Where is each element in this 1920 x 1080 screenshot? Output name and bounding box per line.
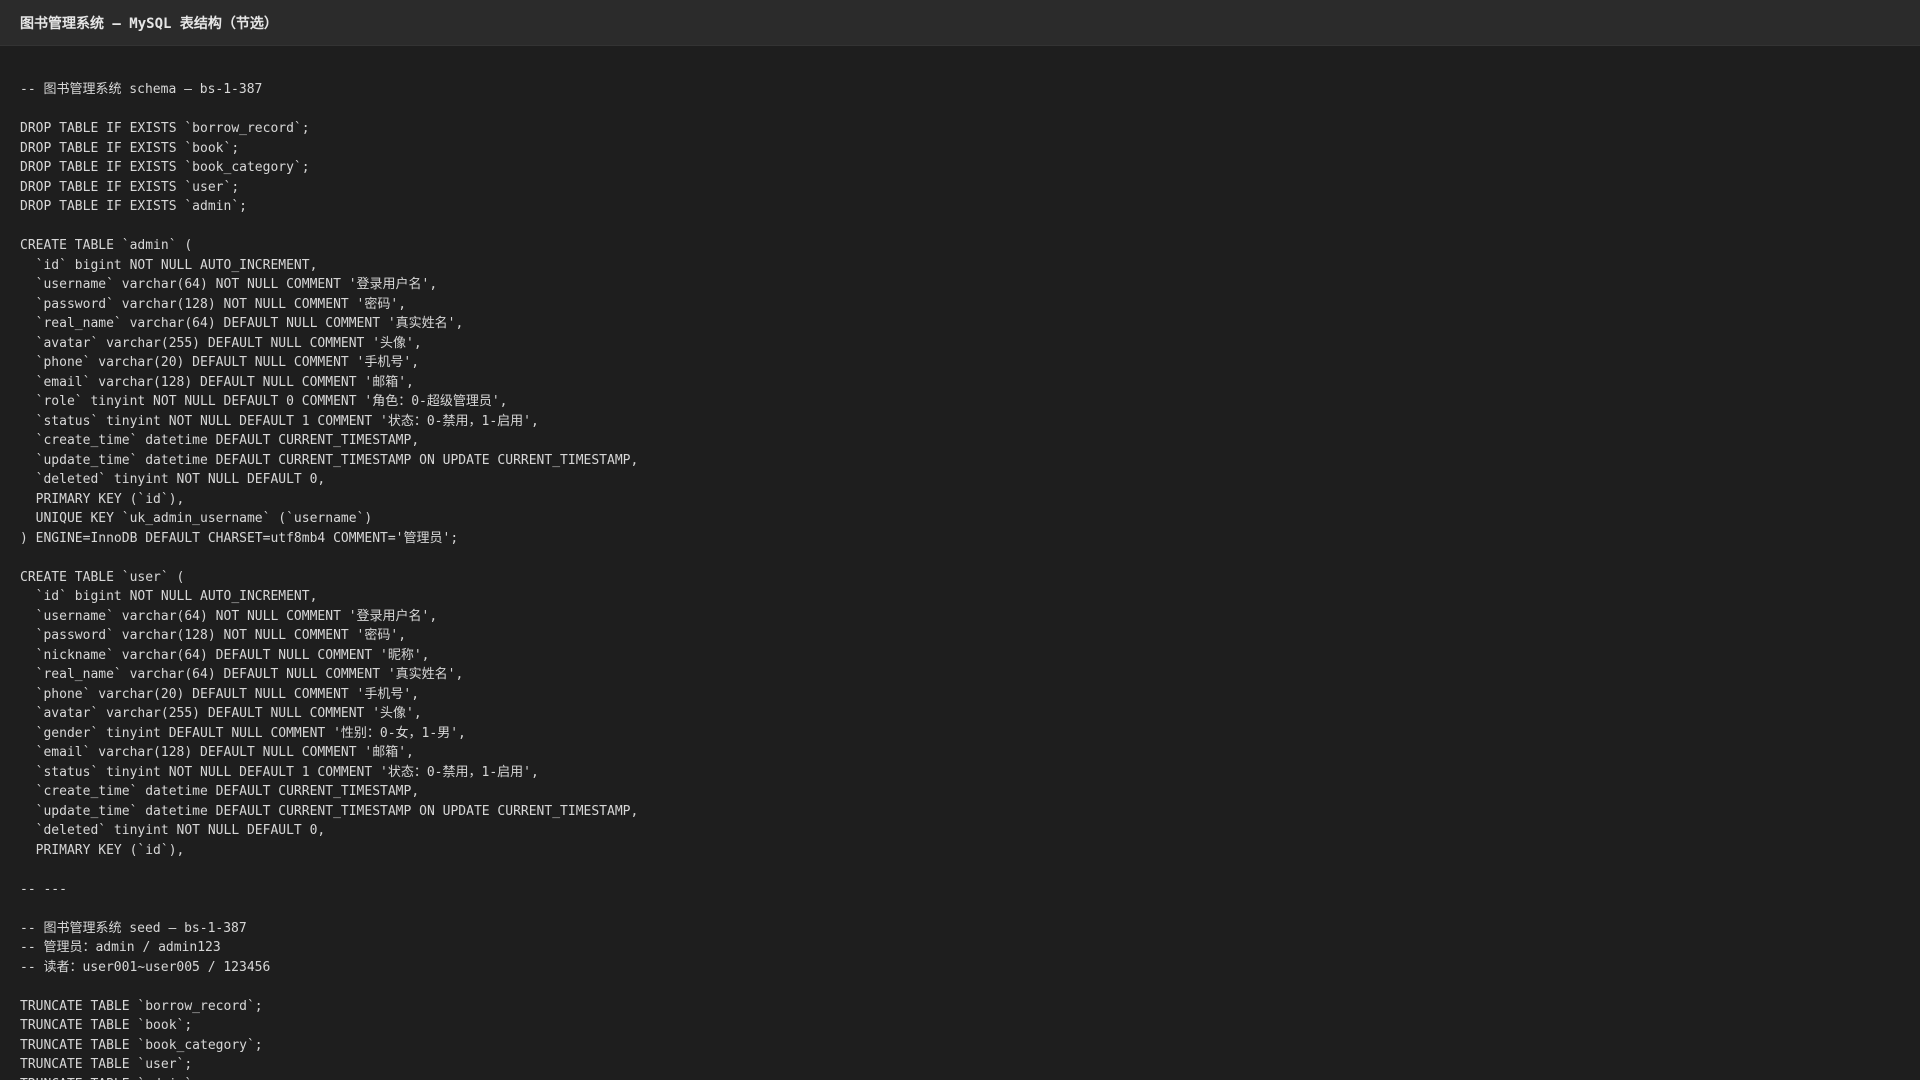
code-line: `create_time` datetime DEFAULT CURRENT_T… <box>20 433 420 448</box>
code-line: `nickname` varchar(64) DEFAULT NULL COMM… <box>20 647 430 663</box>
code-line: DROP TABLE IF EXISTS `borrow_record`; <box>20 121 310 136</box>
code-line: TRUNCATE TABLE `admin`; <box>20 1075 1920 1080</box>
code-line: DROP TABLE IF EXISTS `book_category`; <box>20 160 310 175</box>
code-line: TRUNCATE TABLE `book`; <box>20 1018 193 1033</box>
code-line: `avatar` varchar(255) DEFAULT NULL COMME… <box>20 335 422 351</box>
code-line: `email` varchar(128) DEFAULT NULL COMMEN… <box>20 374 414 390</box>
code-line: `real_name` varchar(64) DEFAULT NULL COM… <box>20 667 464 682</box>
code-line: PRIMARY KEY (`id`), <box>20 842 185 858</box>
window-title: 图书管理系统 — MySQL 表结构（节选） <box>20 15 278 32</box>
code-line: `password` varchar(128) NOT NULL COMMENT… <box>20 296 407 312</box>
code-line: ) ENGINE=InnoDB DEFAULT CHARSET=utf8mb4 … <box>20 530 459 546</box>
code-line: `username` varchar(64) NOT NULL COMMENT … <box>20 608 438 624</box>
code-line: UNIQUE KEY `uk_admin_username` (`usernam… <box>20 511 373 526</box>
code-line: `create_time` datetime DEFAULT CURRENT_T… <box>20 784 420 799</box>
code-line: DROP TABLE IF EXISTS `book`; <box>20 140 240 156</box>
code-line: `gender` tinyint DEFAULT NULL COMMENT '性… <box>20 725 466 741</box>
code-line: `phone` varchar(20) DEFAULT NULL COMMENT… <box>20 355 420 370</box>
code-line: -- 读者：user001~user005 / 123456 <box>20 959 271 975</box>
code-line: -- 图书管理系统 seed — bs-1-387 <box>20 920 247 936</box>
code-line: `deleted` tinyint NOT NULL DEFAULT 0, <box>20 823 326 838</box>
code-line: `role` tinyint NOT NULL DEFAULT 0 COMMEN… <box>20 394 508 409</box>
code-line: `password` varchar(128) NOT NULL COMMENT… <box>20 628 407 643</box>
code-line: `update_time` datetime DEFAULT CURRENT_T… <box>20 452 639 468</box>
code-line: `email` varchar(128) DEFAULT NULL COMMEN… <box>20 745 414 760</box>
code-line: DROP TABLE IF EXISTS `admin`; <box>20 199 247 214</box>
code-line: `phone` varchar(20) DEFAULT NULL COMMENT… <box>20 686 420 702</box>
code-line: `avatar` varchar(255) DEFAULT NULL COMME… <box>20 706 422 721</box>
code-line: `update_time` datetime DEFAULT CURRENT_T… <box>20 803 639 819</box>
code-line: `id` bigint NOT NULL AUTO_INCREMENT, <box>20 589 318 604</box>
code-line: TRUNCATE TABLE `borrow_record`; <box>20 998 263 1014</box>
code-line: DROP TABLE IF EXISTS `user`; <box>20 179 240 195</box>
code-line: -- --- <box>20 881 67 897</box>
title-bar: 图书管理系统 — MySQL 表结构（节选） <box>0 0 1920 46</box>
code-line: `id` bigint NOT NULL AUTO_INCREMENT, <box>20 257 318 273</box>
code-line: `real_name` varchar(64) DEFAULT NULL COM… <box>20 316 464 331</box>
code-line: -- 图书管理系统 schema — bs-1-387 <box>20 82 263 97</box>
code-line: TRUNCATE TABLE `book_category`; <box>20 1037 263 1053</box>
code-line: `username` varchar(64) NOT NULL COMMENT … <box>20 277 438 292</box>
code-editor[interactable]: -- 图书管理系统 schema — bs-1-387 DROP TABLE IF… <box>0 46 1920 1080</box>
code-line: PRIMARY KEY (`id`), <box>20 491 185 507</box>
code-line: TRUNCATE TABLE `user`; <box>20 1057 193 1072</box>
code-line: CREATE TABLE `user` ( <box>20 569 185 585</box>
code-line: CREATE TABLE `admin` ( <box>20 238 193 253</box>
code-line: -- 管理员：admin / admin123 <box>20 940 221 955</box>
code-line: `status` tinyint NOT NULL DEFAULT 1 COMM… <box>20 764 539 780</box>
sql-viewer-window: 图书管理系统 — MySQL 表结构（节选） -- 图书管理系统 schema … <box>0 0 1920 1080</box>
code-line: `deleted` tinyint NOT NULL DEFAULT 0, <box>20 472 326 487</box>
code-line: `status` tinyint NOT NULL DEFAULT 1 COMM… <box>20 413 539 429</box>
